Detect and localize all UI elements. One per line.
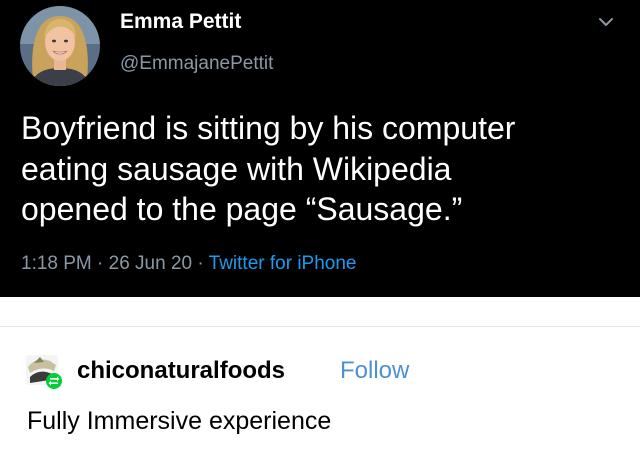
blog-name-link[interactable]: chiconaturalfoods	[77, 357, 285, 385]
tweet-author-name[interactable]: Emma Pettit	[120, 10, 241, 34]
tweet-text-line: opened to the page “Sausage.”	[21, 191, 463, 227]
tweet-source-link[interactable]: Twitter for iPhone	[209, 253, 357, 274]
screenshot: Emma Pettit @EmmajanePettit Boyfriend is…	[0, 0, 640, 449]
reblog-icon	[46, 373, 62, 389]
blog-avatar-icon	[26, 355, 62, 389]
tweet-author-avatar[interactable]	[20, 6, 100, 86]
tweet-author-handle[interactable]: @EmmajanePettit	[120, 53, 273, 75]
blog-avatar[interactable]	[26, 355, 66, 391]
tweet-metadata: 1:18 PM · 26 Jun 20 · Twitter for iPhone	[21, 253, 357, 275]
chevron-down-icon[interactable]	[596, 12, 616, 32]
tweet-timestamp[interactable]: 1:18 PM · 26 Jun 20 ·	[21, 253, 209, 274]
section-divider	[0, 326, 640, 327]
post-caption: Fully Immersive experience	[27, 407, 332, 435]
tweet-card: Emma Pettit @EmmajanePettit Boyfriend is…	[0, 0, 640, 297]
tweet-text-line: Boyfriend is sitting by his computer	[21, 110, 516, 146]
follow-button[interactable]: Follow	[340, 357, 409, 385]
profile-photo-icon	[20, 6, 100, 86]
tweet-body: Boyfriend is sitting by his computer eat…	[21, 108, 621, 230]
tweet-text-line: eating sausage with Wikipedia	[21, 150, 452, 187]
